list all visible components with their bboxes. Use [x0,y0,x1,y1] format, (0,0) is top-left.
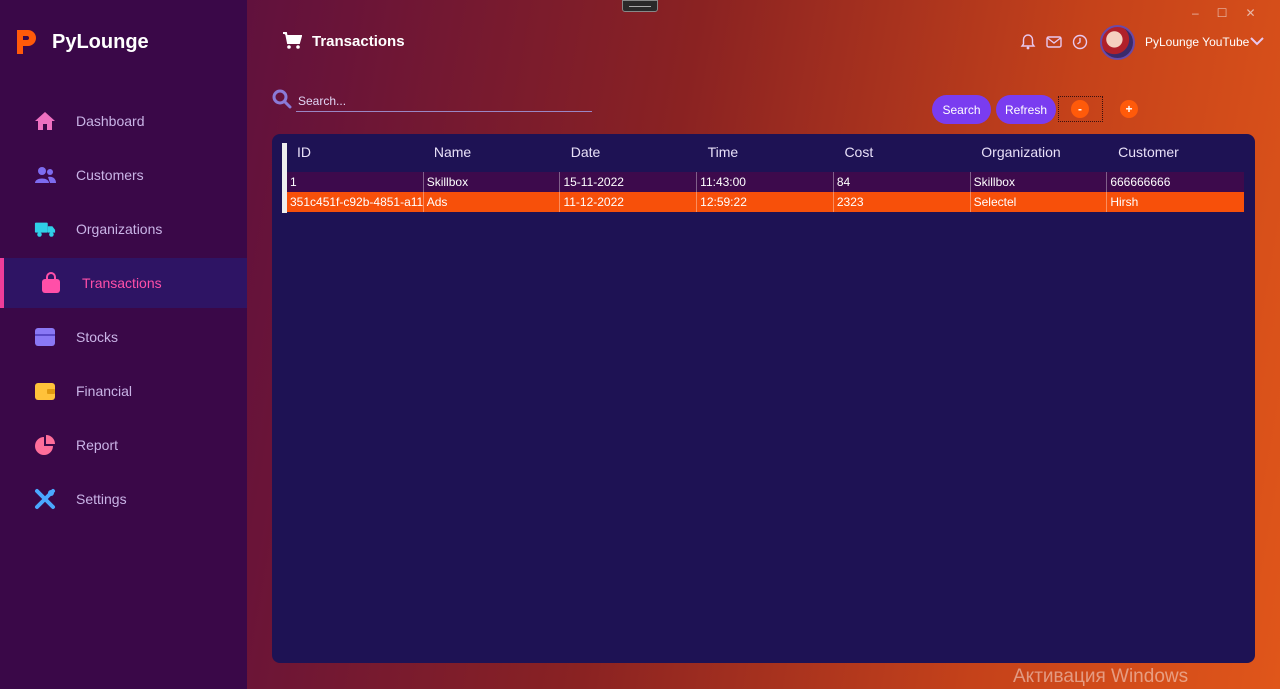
sidebar-item-label: Financial [76,383,133,399]
search-button[interactable]: Search [932,95,991,124]
maximize-button[interactable]: ☐ [1217,6,1228,20]
sidebar-item-dashboard[interactable]: Dashboard [0,96,247,146]
window-controls: – ☐ ✕ [1192,6,1256,20]
search-icon [272,89,292,109]
transactions-table [272,134,1255,663]
app-window: – ☐ ✕ PyLounge Dashboard Customers Organ… [0,0,1280,689]
cell-cost[interactable]: 2323 [834,192,971,212]
box-icon [34,326,56,348]
table-row-selected[interactable]: 351c451f-c92b-4851-a11 Ads 11-12-2022 12… [287,192,1244,212]
sidebar-item-label: Customers [76,167,144,183]
shopping-bag-icon [40,272,62,294]
bell-icon[interactable] [1020,34,1036,50]
cell-cost[interactable]: 84 [834,172,971,192]
tools-icon [34,488,56,510]
clock-icon[interactable] [1072,34,1088,50]
page-title-text: Transactions [312,32,405,50]
cart-icon [283,32,302,49]
cell-date[interactable]: 15-11-2022 [560,172,698,192]
cell-time[interactable]: 11:43:00 [697,172,834,192]
add-row-button[interactable]: + [1120,100,1138,118]
sidebar-item-report[interactable]: Report [0,420,247,470]
avatar[interactable] [1100,25,1135,60]
brand: PyLounge [14,28,149,56]
sidebar-item-customers[interactable]: Customers [0,150,247,200]
sidebar-item-label: Stocks [76,329,119,345]
sidebar-item-label: Report [76,437,119,453]
mail-icon[interactable] [1046,34,1062,50]
wallet-icon [34,380,56,402]
cell-organization[interactable]: Skillbox [971,172,1108,192]
minimize-button[interactable]: – [1192,6,1199,20]
sidebar-nav: Dashboard Customers Organizations Transa… [0,96,247,528]
cell-name[interactable]: Skillbox [424,172,561,192]
close-button[interactable]: ✕ [1245,6,1255,20]
column-header-organization[interactable]: Organization [971,143,1108,171]
app-name: PyLounge [52,30,149,53]
pie-chart-icon [34,434,56,456]
column-header-id[interactable]: ID [287,143,424,171]
column-header-name[interactable]: Name [424,143,561,171]
column-header-cost[interactable]: Cost [834,143,971,171]
sidebar-item-label: Settings [76,491,127,507]
column-header-date[interactable]: Date [561,143,698,171]
truck-icon [34,218,56,240]
users-icon [34,164,56,186]
window-drag-handle[interactable] [622,0,658,12]
cell-time[interactable]: 12:59:22 [697,192,834,212]
logo-icon [17,30,36,54]
header-icons [1020,34,1088,50]
windows-activation-watermark: Активация Windows [1013,666,1189,687]
cell-customer[interactable]: Hirsh [1107,192,1244,212]
sidebar-item-label: Organizations [76,221,163,237]
user-name[interactable]: PyLounge YouTube [1145,35,1249,49]
cell-organization[interactable]: Selectel [971,192,1108,212]
sidebar-item-organizations[interactable]: Organizations [0,204,247,254]
column-header-time[interactable]: Time [698,143,835,171]
table-row[interactable]: 1 Skillbox 15-11-2022 11:43:00 84 Skillb… [287,172,1244,192]
chevron-down-icon[interactable] [1250,36,1264,46]
page-title: Transactions [282,32,405,50]
refresh-button[interactable]: Refresh [996,95,1056,124]
cell-id[interactable]: 1 [287,172,424,192]
table-header: ID Name Date Time Cost Organization Cust… [287,143,1245,171]
cell-customer[interactable]: 666666666 [1107,172,1244,192]
sidebar-item-stocks[interactable]: Stocks [0,312,247,362]
cell-date[interactable]: 11-12-2022 [560,192,698,212]
sidebar-item-settings[interactable]: Settings [0,474,247,524]
cell-id[interactable]: 351c451f-c92b-4851-a11 [287,192,424,212]
column-header-customer[interactable]: Customer [1108,143,1245,171]
sidebar-item-financial[interactable]: Financial [0,366,247,416]
search-input[interactable] [296,90,592,112]
home-icon [34,110,56,132]
sidebar-item-label: Dashboard [76,113,145,129]
cell-name[interactable]: Ads [424,192,561,212]
sidebar-item-transactions[interactable]: Transactions [0,258,247,308]
remove-row-button[interactable]: - [1071,100,1089,118]
sidebar-item-label: Transactions [82,275,162,291]
sidebar: PyLounge Dashboard Customers Organizatio… [0,0,247,689]
